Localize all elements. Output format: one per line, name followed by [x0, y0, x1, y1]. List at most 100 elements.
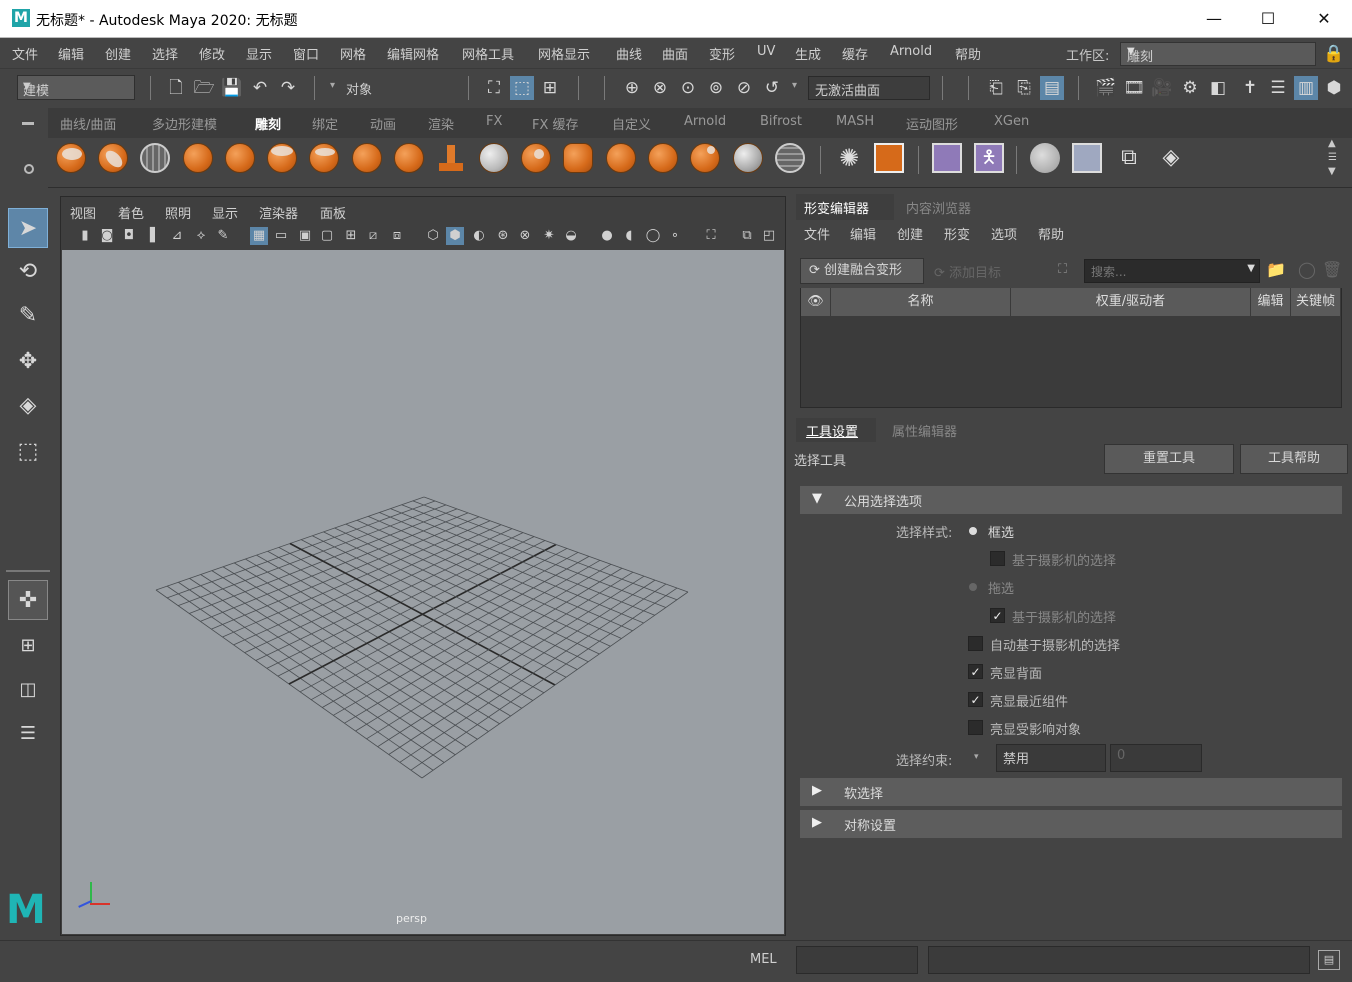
menu-cache[interactable]: 缓存: [842, 44, 868, 63]
add-target-button[interactable]: ⟳ 添加目标: [934, 262, 1001, 281]
vp-menu-shading[interactable]: 着色: [118, 203, 144, 222]
auto-camera-checkbox[interactable]: [968, 636, 983, 651]
vp-menu-lighting[interactable]: 照明: [165, 203, 191, 222]
texture-deformer-icon[interactable]: [874, 143, 904, 173]
section-symmetry[interactable]: ▶ 对称设置: [800, 810, 1342, 838]
undo-icon[interactable]: ↶: [248, 76, 272, 100]
column-name[interactable]: 名称: [831, 288, 1011, 316]
bulge-brush-icon[interactable]: [690, 143, 720, 173]
blend-shape-icon[interactable]: [932, 143, 962, 173]
redo-icon[interactable]: ↷: [276, 76, 300, 100]
shelf-tab-bifrost[interactable]: Bifrost: [760, 114, 802, 129]
select-component-icon[interactable]: ⊞: [538, 76, 562, 100]
shelf-tab-custom[interactable]: 自定义: [612, 114, 651, 133]
snap-grid-icon[interactable]: ⊕: [620, 76, 644, 100]
fill-brush-icon[interactable]: [563, 143, 593, 173]
construction-history-icon[interactable]: ▤: [1040, 76, 1064, 100]
depth-of-field-icon[interactable]: ∘: [666, 227, 684, 245]
menu-edit-mesh[interactable]: 编辑网格: [387, 44, 439, 63]
column-weight-driver[interactable]: 权重/驱动者: [1011, 288, 1251, 316]
gate-mask-icon[interactable]: ▢: [318, 227, 336, 245]
menu-create[interactable]: 创建: [105, 44, 131, 63]
snap-curve-icon[interactable]: ⊗: [648, 76, 672, 100]
open-scene-icon[interactable]: 🗁: [192, 76, 216, 100]
snap-live-icon[interactable]: ⊘: [732, 76, 756, 100]
film-gate-icon[interactable]: ▭: [272, 227, 290, 245]
shelf-scroll-up-icon[interactable]: ▲: [1328, 138, 1336, 149]
vp-menu-view[interactable]: 视图: [70, 203, 96, 222]
vp-menu-renderer[interactable]: 渲染器: [259, 203, 298, 222]
safe-title-icon[interactable]: ⧈: [388, 227, 406, 245]
shelf-tab-mash[interactable]: MASH: [836, 114, 874, 129]
2d-pan-icon[interactable]: ⊿: [168, 227, 186, 245]
selection-constraint-value[interactable]: 0: [1110, 744, 1202, 772]
menu-modify[interactable]: 修改: [199, 44, 225, 63]
frame-selection-icon[interactable]: ⛶: [1058, 262, 1067, 277]
workspace-select[interactable]: 雕刻 ▼: [1120, 42, 1316, 66]
wireframe-icon[interactable]: ⬡: [424, 227, 442, 245]
output-ops-icon[interactable]: ⎘: [1012, 76, 1036, 100]
rotate-tool-icon[interactable]: ◈: [8, 386, 48, 426]
shelf-options-icon[interactable]: [24, 164, 34, 174]
resolution-gate-icon[interactable]: ▣: [296, 227, 314, 245]
attribute-editor-icon[interactable]: ☰: [1266, 76, 1290, 100]
wireframe-on-shaded-icon[interactable]: ⊛: [494, 227, 512, 245]
highlight-affected-checkbox[interactable]: [968, 720, 983, 735]
visibility-column-icon[interactable]: 👁: [801, 288, 831, 316]
menu-mesh-display[interactable]: 网格显示: [538, 44, 590, 63]
single-view-icon[interactable]: ✜: [8, 580, 48, 620]
imprint-brush-icon[interactable]: [436, 143, 466, 173]
shelf-tab-sculpt[interactable]: 雕刻: [255, 114, 281, 133]
repeat-brush-icon[interactable]: [394, 143, 424, 173]
spray-brush-icon[interactable]: [352, 143, 382, 173]
flatten-brush-icon[interactable]: [267, 143, 297, 173]
snap-point-icon[interactable]: ⊙: [676, 76, 700, 100]
shape-editor-icon[interactable]: 🯅: [974, 143, 1004, 173]
bookmark-icon[interactable]: ◘: [120, 227, 138, 245]
pencil-icon[interactable]: ✎: [214, 227, 232, 245]
grab-brush-icon[interactable]: [183, 143, 213, 173]
textured-icon[interactable]: ⊗: [516, 227, 534, 245]
render-current-icon[interactable]: 🎞: [1122, 76, 1146, 100]
tool-settings-icon[interactable]: ▥: [1294, 76, 1318, 100]
shelf-tab-poly[interactable]: 多边形建模: [152, 114, 217, 133]
render-settings-icon[interactable]: ⚙: [1178, 76, 1202, 100]
chevron-down-icon[interactable]: ▾: [330, 80, 335, 91]
menu-display[interactable]: 显示: [246, 44, 272, 63]
camera-attr-icon[interactable]: ◙: [98, 227, 116, 245]
menu-windows[interactable]: 窗口: [293, 44, 319, 63]
select-tool-icon[interactable]: ➤: [8, 208, 48, 248]
vp-menu-panels[interactable]: 面板: [320, 203, 346, 222]
xray-icon[interactable]: ⧉: [738, 227, 756, 245]
highlight-backfaces-checkbox[interactable]: ✓: [968, 664, 983, 679]
3d-viewport[interactable]: persp: [62, 250, 784, 934]
shelf-menu-icon[interactable]: ☰: [1328, 152, 1337, 163]
drag-radio[interactable]: [969, 583, 977, 591]
panel-maximize-icon[interactable]: ◰: [760, 227, 778, 245]
safe-action-icon[interactable]: ⧄: [364, 227, 382, 245]
eraser-icon[interactable]: ◈: [1156, 143, 1186, 173]
se-menu-create[interactable]: 创建: [897, 224, 923, 243]
menu-arnold[interactable]: Arnold: [890, 44, 932, 59]
chevron-down-icon[interactable]: ▾: [974, 752, 979, 762]
two-view-icon[interactable]: ◫: [8, 670, 48, 710]
freeze-mask-icon[interactable]: [1030, 143, 1060, 173]
selection-constraint-select[interactable]: 禁用: [996, 744, 1106, 772]
default-material-icon[interactable]: ◐: [470, 227, 488, 245]
shelf-menu-icon[interactable]: [22, 122, 34, 125]
maximize-button[interactable]: ☐: [1248, 6, 1288, 32]
foamy-brush-icon[interactable]: [309, 143, 339, 173]
shelf-tab-motion-graphics[interactable]: 运动图形: [906, 114, 958, 133]
scale-tool-icon[interactable]: ⬚: [8, 432, 48, 472]
camera-based-checkbox-1[interactable]: [990, 551, 1005, 566]
tool-help-button[interactable]: 工具帮助: [1240, 444, 1348, 474]
camera-based-checkbox-2[interactable]: ✓: [990, 608, 1005, 623]
grease-pencil-icon[interactable]: ⟡: [192, 227, 210, 245]
sculpt-settings-icon[interactable]: ✺: [834, 143, 864, 173]
shelf-tab-fx[interactable]: FX: [486, 114, 502, 129]
se-menu-help[interactable]: 帮助: [1038, 224, 1064, 243]
render-view-icon[interactable]: 🎬: [1094, 76, 1118, 100]
scrape-brush-icon[interactable]: [521, 143, 551, 173]
column-keyframe[interactable]: 关键帧: [1291, 288, 1341, 316]
create-blend-shape-button[interactable]: ⟳ 创建融合变形: [800, 258, 924, 284]
